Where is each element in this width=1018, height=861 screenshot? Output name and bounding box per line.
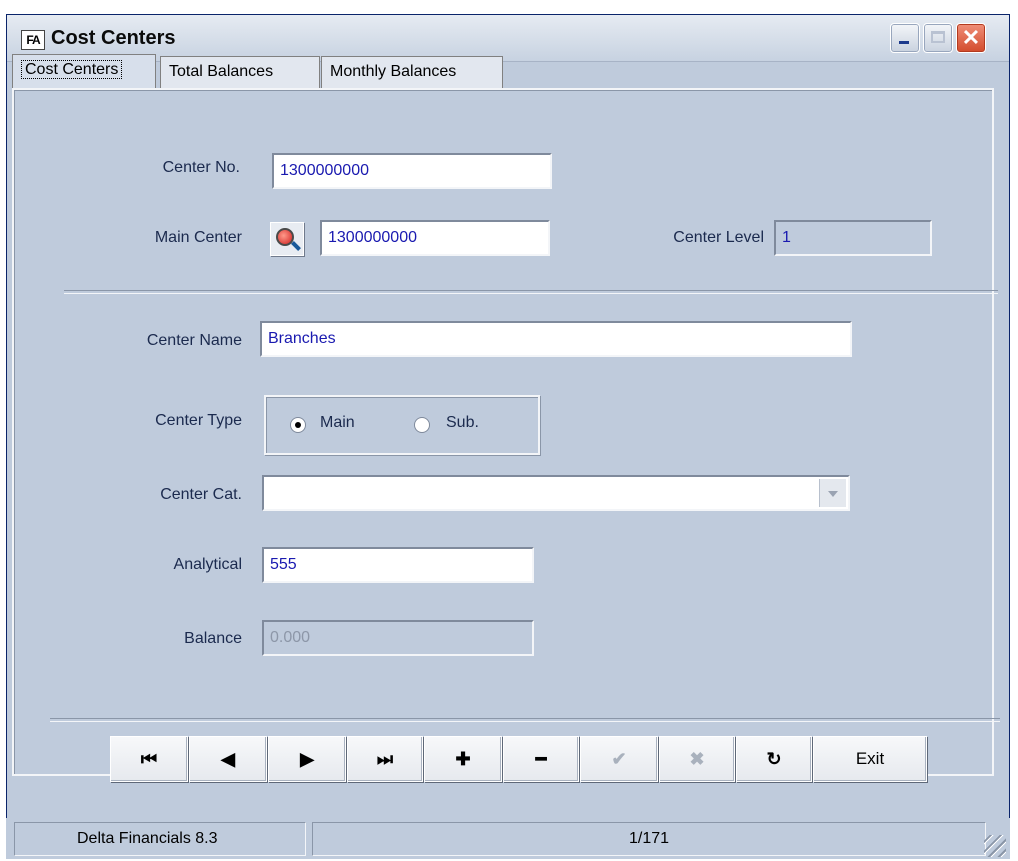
balance-field: 0.000 bbox=[262, 620, 534, 656]
center-level-field: 1 bbox=[774, 220, 932, 256]
center-name-field[interactable]: Branches bbox=[260, 321, 852, 357]
radio-main-label: Main bbox=[320, 414, 355, 431]
main-center-label: Main Center bbox=[154, 229, 242, 246]
first-record-button[interactable]: ⏮ bbox=[110, 736, 188, 782]
refresh-icon: ↻ bbox=[766, 748, 782, 769]
add-icon: ✚ bbox=[455, 748, 471, 769]
center-no-label: Center No. bbox=[162, 159, 240, 176]
separator bbox=[50, 718, 1000, 722]
status-bar: Delta Financials 8.3 1/171 bbox=[6, 818, 1010, 859]
radio-sub[interactable] bbox=[414, 417, 430, 433]
exit-button[interactable]: Exit bbox=[813, 736, 927, 782]
center-cat-select[interactable] bbox=[262, 475, 850, 511]
chevron-down-icon[interactable] bbox=[819, 479, 846, 507]
window-title: Cost Centers bbox=[51, 27, 176, 49]
center-cat-label: Center Cat. bbox=[160, 486, 242, 503]
balance-label: Balance bbox=[184, 630, 242, 647]
maximize-button[interactable] bbox=[923, 23, 953, 53]
save-button[interactable]: ✔ bbox=[580, 736, 658, 782]
center-level-label: Center Level bbox=[673, 229, 764, 246]
center-no-field[interactable]: 1300000000 bbox=[272, 153, 552, 189]
first-icon: ⏮ bbox=[140, 748, 158, 769]
x-icon: ✖ bbox=[689, 748, 705, 769]
tab-cost-centers[interactable]: Cost Centers bbox=[12, 54, 156, 90]
cancel-button[interactable]: ✖ bbox=[659, 736, 735, 782]
main-center-field[interactable]: 1300000000 bbox=[320, 220, 550, 256]
minimize-button[interactable] bbox=[890, 23, 920, 53]
last-icon: ⏭ bbox=[376, 748, 394, 769]
prev-icon: ◀ bbox=[221, 748, 235, 769]
tab-label: Cost Centers bbox=[21, 60, 123, 79]
tab-label: Monthly Balances bbox=[330, 63, 457, 80]
status-record-counter: 1/171 bbox=[312, 822, 986, 856]
radio-main[interactable] bbox=[290, 417, 306, 433]
last-record-button[interactable]: ⏭ bbox=[347, 736, 423, 782]
radio-sub-label: Sub. bbox=[446, 414, 479, 431]
tab-label: Total Balances bbox=[169, 63, 274, 80]
center-type-label: Center Type bbox=[155, 412, 242, 429]
close-icon: ✕ bbox=[961, 25, 981, 50]
minus-icon: ━ bbox=[535, 748, 547, 769]
center-name-label: Center Name bbox=[146, 332, 242, 349]
tab-total-balances[interactable]: Total Balances bbox=[160, 56, 320, 88]
delete-button[interactable]: ━ bbox=[503, 736, 579, 782]
analytical-label: Analytical bbox=[173, 556, 242, 573]
title-bar[interactable]: FA Cost Centers ✕ bbox=[7, 15, 1009, 62]
tab-monthly-balances[interactable]: Monthly Balances bbox=[321, 56, 503, 88]
next-record-button[interactable]: ▶ bbox=[268, 736, 346, 782]
center-type-group: Main Sub. bbox=[264, 395, 540, 455]
status-app-name: Delta Financials 8.3 bbox=[14, 822, 306, 856]
add-button[interactable]: ✚ bbox=[424, 736, 502, 782]
next-icon: ▶ bbox=[300, 748, 314, 769]
analytical-field[interactable]: 555 bbox=[262, 547, 534, 583]
checkmark-icon: ✔ bbox=[611, 748, 627, 769]
close-button[interactable]: ✕ bbox=[956, 23, 986, 53]
prev-record-button[interactable]: ◀ bbox=[189, 736, 267, 782]
refresh-button[interactable]: ↻ bbox=[736, 736, 812, 782]
resize-grip[interactable] bbox=[984, 835, 1006, 857]
app-icon: FA bbox=[21, 30, 45, 50]
main-center-lookup-button[interactable] bbox=[270, 222, 304, 256]
separator bbox=[64, 290, 998, 294]
